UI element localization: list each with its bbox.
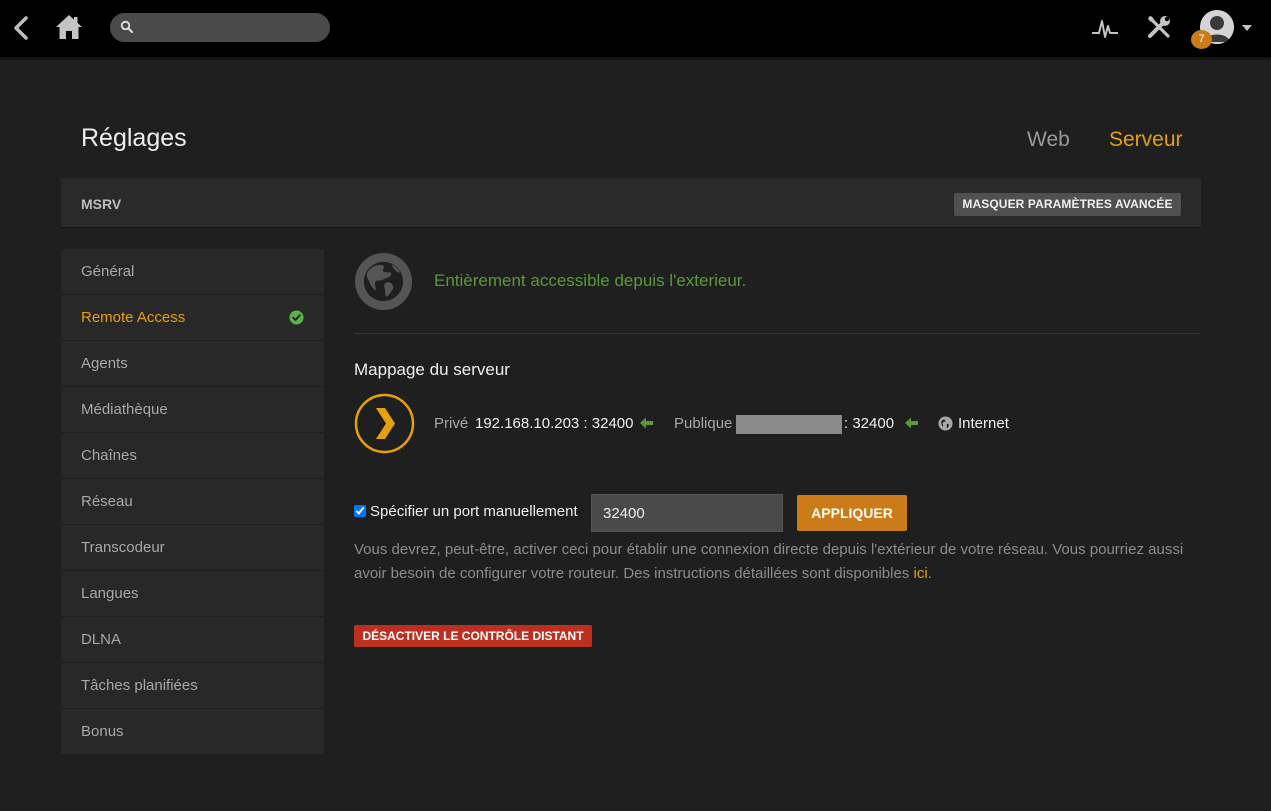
sidebar-item-label: Chaînes [81,447,137,464]
server-bar: MSRV MASQUER PARAMÈTRES AVANCÉE [61,178,1201,228]
sidebar-item-library[interactable]: Médiathèque [61,387,324,433]
help-link[interactable]: ici [913,565,927,582]
masked-public-ip [736,415,842,434]
private-address: 192.168.10.203 : 32400 [475,415,634,432]
help-text-end: . [927,565,932,582]
sidebar-item-label: DLNA [81,631,122,648]
globe-icon [354,252,413,311]
settings-button[interactable] [1144,12,1174,42]
sidebar-item-label: Remote Access [81,309,186,326]
sidebar-item-label: Général [81,263,135,280]
sidebar-item-languages[interactable]: Langues [61,571,324,617]
sidebar-item-remote-access[interactable]: Remote Access [61,295,324,341]
sidebar-item-transcoder[interactable]: Transcodeur [61,525,324,571]
settings-sidebar: Général Remote Access Agents Médiathèque… [61,249,324,754]
private-label: Privé [434,415,469,432]
public-port: : 32400 [844,415,895,432]
sidebar-item-label: Médiathèque [81,401,168,418]
arrow-left-icon [640,417,653,429]
sidebar-item-channels[interactable]: Chaînes [61,433,324,479]
sidebar-item-label: Tâches planifiées [81,677,198,694]
sidebar-item-general[interactable]: Général [61,249,324,295]
tab-server[interactable]: Serveur [1109,128,1183,152]
search-box[interactable] [110,13,330,42]
sidebar-item-extras[interactable]: Bonus [61,709,324,755]
sidebar-item-label: Transcodeur [81,539,165,556]
tab-web[interactable]: Web [1027,128,1070,152]
sidebar-item-label: Bonus [81,723,124,740]
sidebar-item-agents[interactable]: Agents [61,341,324,387]
sidebar-item-label: Agents [81,355,128,372]
internet-globe-icon [938,416,953,431]
home-icon [56,15,82,39]
port-input[interactable] [591,494,783,532]
divider [354,333,1200,334]
home-button[interactable] [52,10,86,44]
plex-logo-icon [354,393,415,454]
sidebar-item-scheduled-tasks[interactable]: Tâches planifiées [61,663,324,709]
search-input[interactable] [138,13,324,42]
top-bar: 7 [0,0,1271,58]
help-text: Vous devrez, peut-être, activer ceci pou… [354,538,1194,586]
sidebar-item-label: Réseau [81,493,133,510]
sidebar-item-label: Langues [81,585,139,602]
manual-port-checkbox[interactable] [354,505,366,517]
manual-port-label[interactable]: Spécifier un port manuellement [370,503,578,520]
activity-icon [1092,20,1118,38]
sidebar-item-dlna[interactable]: DLNA [61,617,324,663]
server-name: MSRV [81,196,122,212]
help-text-body: Vous devrez, peut-être, activer ceci pou… [354,541,1184,582]
wrench-screwdriver-icon [1148,16,1170,38]
public-label: Publique [674,415,733,432]
remote-access-status: Entièrement accessible depuis l'exterieu… [434,271,747,290]
activity-button[interactable] [1090,13,1120,43]
apply-button[interactable]: APPLIQUER [797,495,907,531]
notification-badge: 7 [1191,30,1212,49]
arrow-left-icon [905,417,918,429]
search-icon [120,20,133,33]
back-button[interactable] [8,12,34,44]
page-title: Réglages [81,124,187,152]
disable-remote-access-button[interactable]: DÉSACTIVER LE CONTRÔLE DISTANT [354,625,592,647]
hide-advanced-button[interactable]: MASQUER PARAMÈTRES AVANCÉE [954,193,1181,216]
check-circle-icon [289,310,304,325]
internet-label: Internet [958,415,1009,432]
back-icon [14,16,28,40]
user-menu-button[interactable]: 7 [1191,8,1256,50]
server-mapping-title: Mappage du serveur [354,360,510,379]
sidebar-item-network[interactable]: Réseau [61,479,324,525]
caret-down-icon [1242,25,1252,31]
